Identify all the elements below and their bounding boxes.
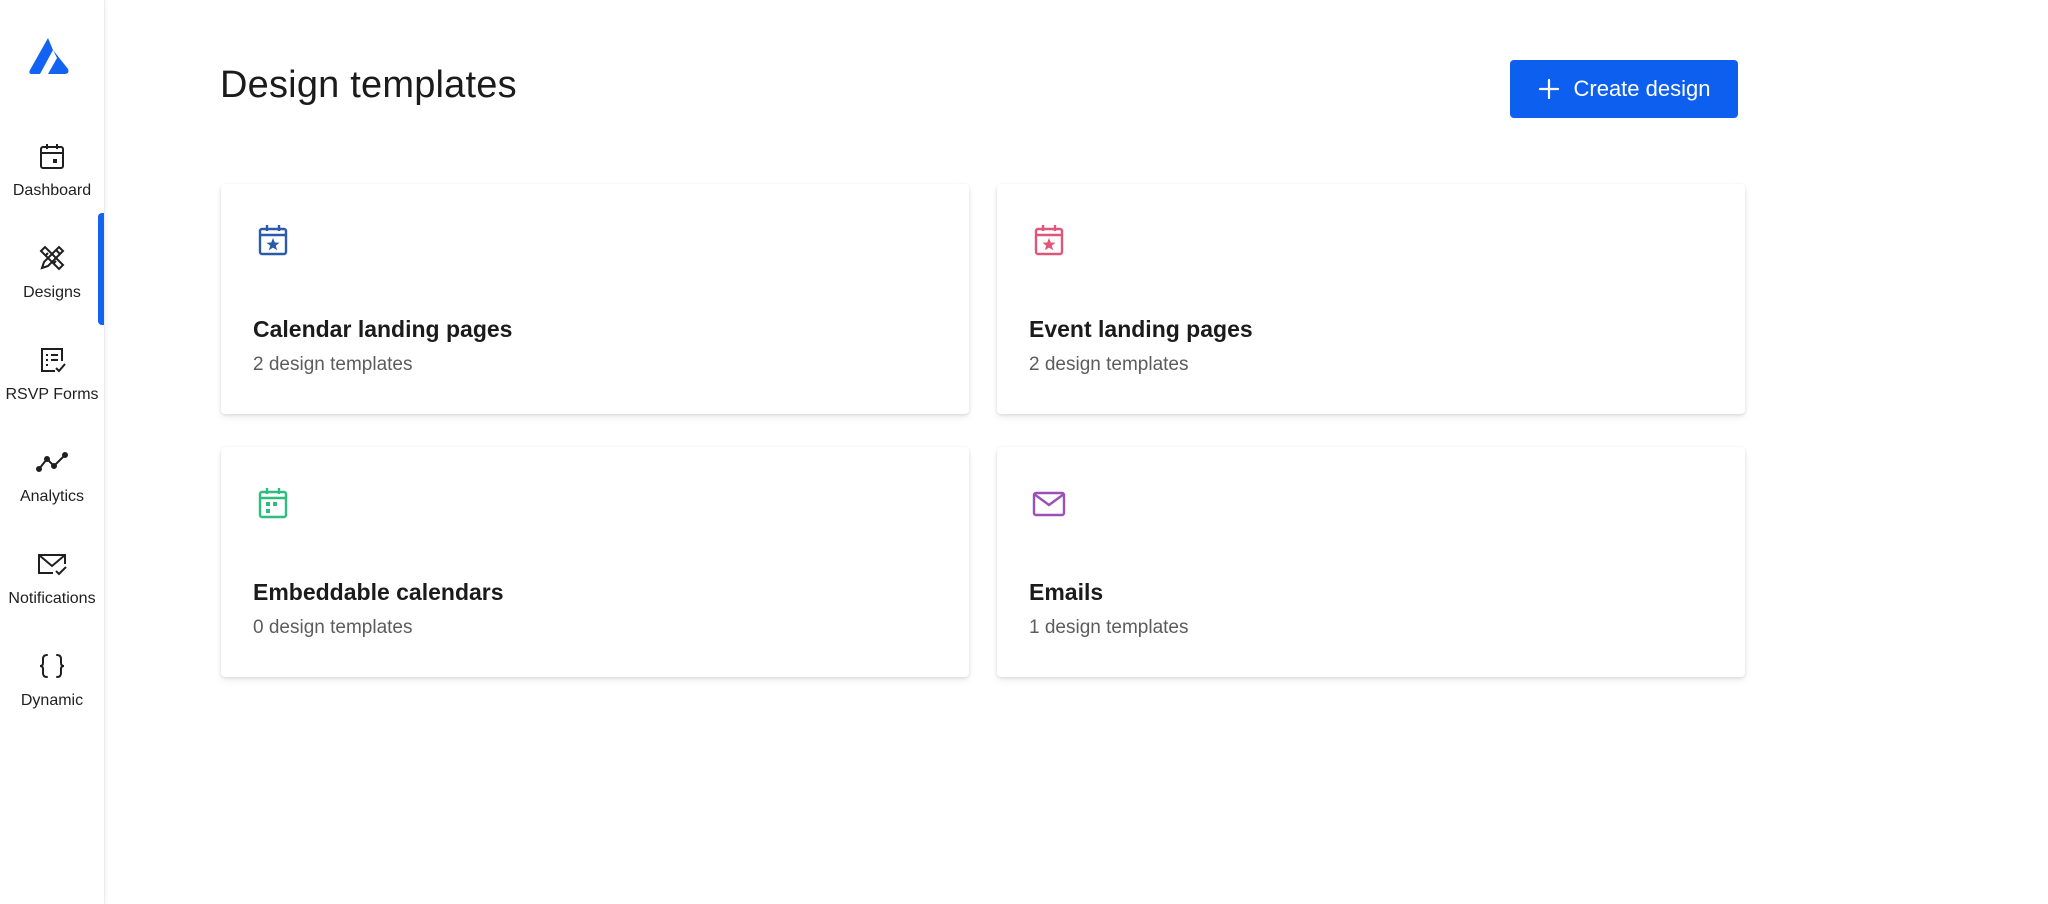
card-embeddable-calendars[interactable]: Embeddable calendars 0 design templates bbox=[221, 447, 969, 677]
card-subtitle: 2 design templates bbox=[253, 354, 413, 375]
card-title: Calendar landing pages bbox=[253, 316, 513, 342]
sidebar-item-label: Dashboard bbox=[12, 182, 92, 199]
sidebar-item-notifications[interactable]: Notifications bbox=[0, 534, 104, 624]
card-title: Event landing pages bbox=[1029, 316, 1253, 342]
card-subtitle: 2 design templates bbox=[1029, 354, 1189, 375]
sidebar-item-designs[interactable]: Designs bbox=[0, 228, 104, 318]
sidebar: Dashboard Designs RSVP Forms Analytics N… bbox=[0, 0, 105, 904]
sidebar-item-analytics[interactable]: Analytics bbox=[0, 432, 104, 522]
curly-braces-icon bbox=[36, 650, 68, 682]
envelope-icon bbox=[1032, 491, 1066, 517]
calendar-star-icon bbox=[258, 225, 288, 256]
sidebar-item-label: Notifications bbox=[8, 590, 96, 607]
line-chart-icon bbox=[36, 446, 68, 478]
brand-logo-icon[interactable] bbox=[26, 36, 72, 78]
sidebar-item-label: RSVP Forms bbox=[5, 386, 99, 403]
card-subtitle: 1 design templates bbox=[1029, 617, 1189, 638]
sidebar-item-rsvp-forms[interactable]: RSVP Forms bbox=[0, 330, 104, 420]
card-event-landing-pages[interactable]: Event landing pages 2 design templates bbox=[997, 184, 1745, 414]
calendar-grid-icon bbox=[258, 488, 288, 519]
create-design-button[interactable]: Create design bbox=[1510, 60, 1738, 118]
design-tools-icon bbox=[36, 242, 68, 274]
plus-icon bbox=[1538, 78, 1560, 100]
card-emails[interactable]: Emails 1 design templates bbox=[997, 447, 1745, 677]
card-subtitle: 0 design templates bbox=[253, 617, 413, 638]
app-root: Dashboard Designs RSVP Forms Analytics N… bbox=[0, 0, 2048, 904]
card-title: Emails bbox=[1029, 579, 1104, 605]
sidebar-item-label: Designs bbox=[23, 284, 81, 301]
card-title: Embeddable calendars bbox=[253, 579, 504, 605]
sidebar-item-dashboard[interactable]: Dashboard bbox=[0, 126, 104, 216]
active-indicator bbox=[98, 213, 104, 325]
create-design-label: Create design bbox=[1573, 76, 1711, 101]
sidebar-item-label: Analytics bbox=[19, 488, 85, 505]
calendar-star-icon bbox=[1034, 225, 1064, 256]
mail-check-icon bbox=[36, 548, 68, 580]
sidebar-item-dynamic[interactable]: Dynamic bbox=[0, 636, 104, 726]
card-calendar-landing-pages[interactable]: Calendar landing pages 2 design template… bbox=[221, 184, 969, 414]
sidebar-item-label: Dynamic bbox=[20, 692, 84, 709]
calendar-icon bbox=[36, 140, 68, 172]
form-check-icon bbox=[36, 344, 68, 376]
page-title: Design templates bbox=[220, 64, 517, 106]
